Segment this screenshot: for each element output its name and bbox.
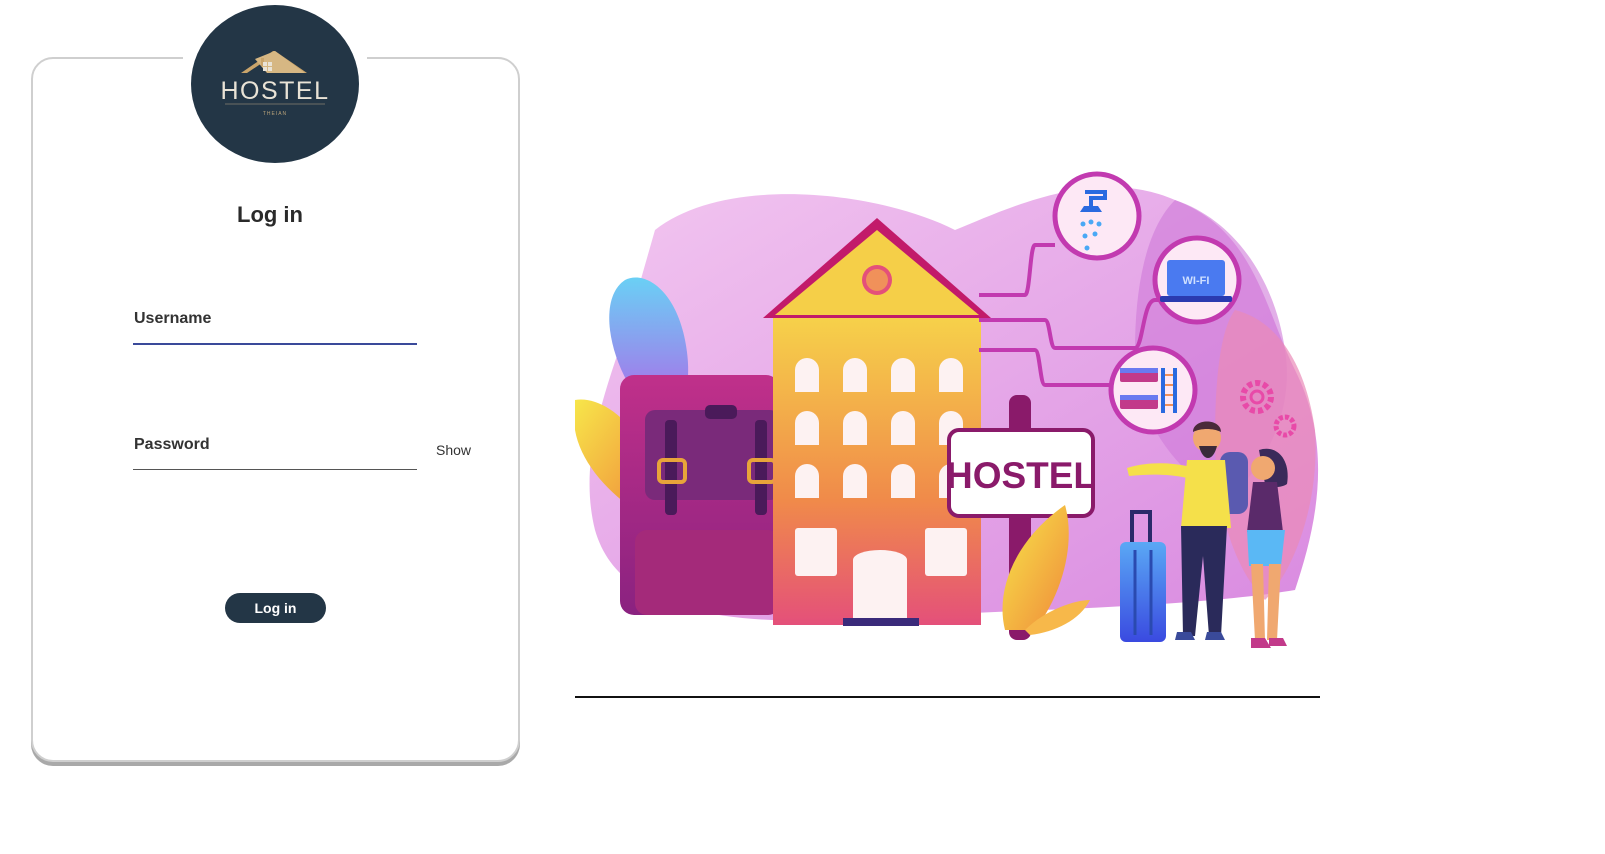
illustration-divider: [575, 696, 1320, 698]
login-title: Log in: [237, 202, 303, 227]
wifi-laptop-icon: WI-FI: [1152, 235, 1242, 325]
logo-wordmark: HOSTEL: [220, 77, 330, 105]
show-password-toggle[interactable]: Show: [436, 442, 471, 458]
bunk-bed-icon: [1108, 345, 1198, 435]
login-button[interactable]: Log in: [225, 593, 326, 623]
hostel-logo: HOSTEL THEIAN: [191, 5, 359, 163]
sign-text: HOSTEL: [946, 455, 1096, 496]
hostel-illustration: WI-FI HOSTEL: [575, 171, 1319, 648]
shower-icon: [1052, 171, 1142, 261]
hostel-sign: HOSTEL: [946, 428, 1096, 518]
password-input[interactable]: [133, 469, 417, 470]
wifi-label: WI-FI: [1183, 275, 1210, 287]
username-input[interactable]: [133, 343, 417, 345]
logo-tagline: THEIAN: [262, 111, 288, 117]
username-label: Username: [134, 310, 212, 327]
password-label: Password: [134, 436, 210, 453]
